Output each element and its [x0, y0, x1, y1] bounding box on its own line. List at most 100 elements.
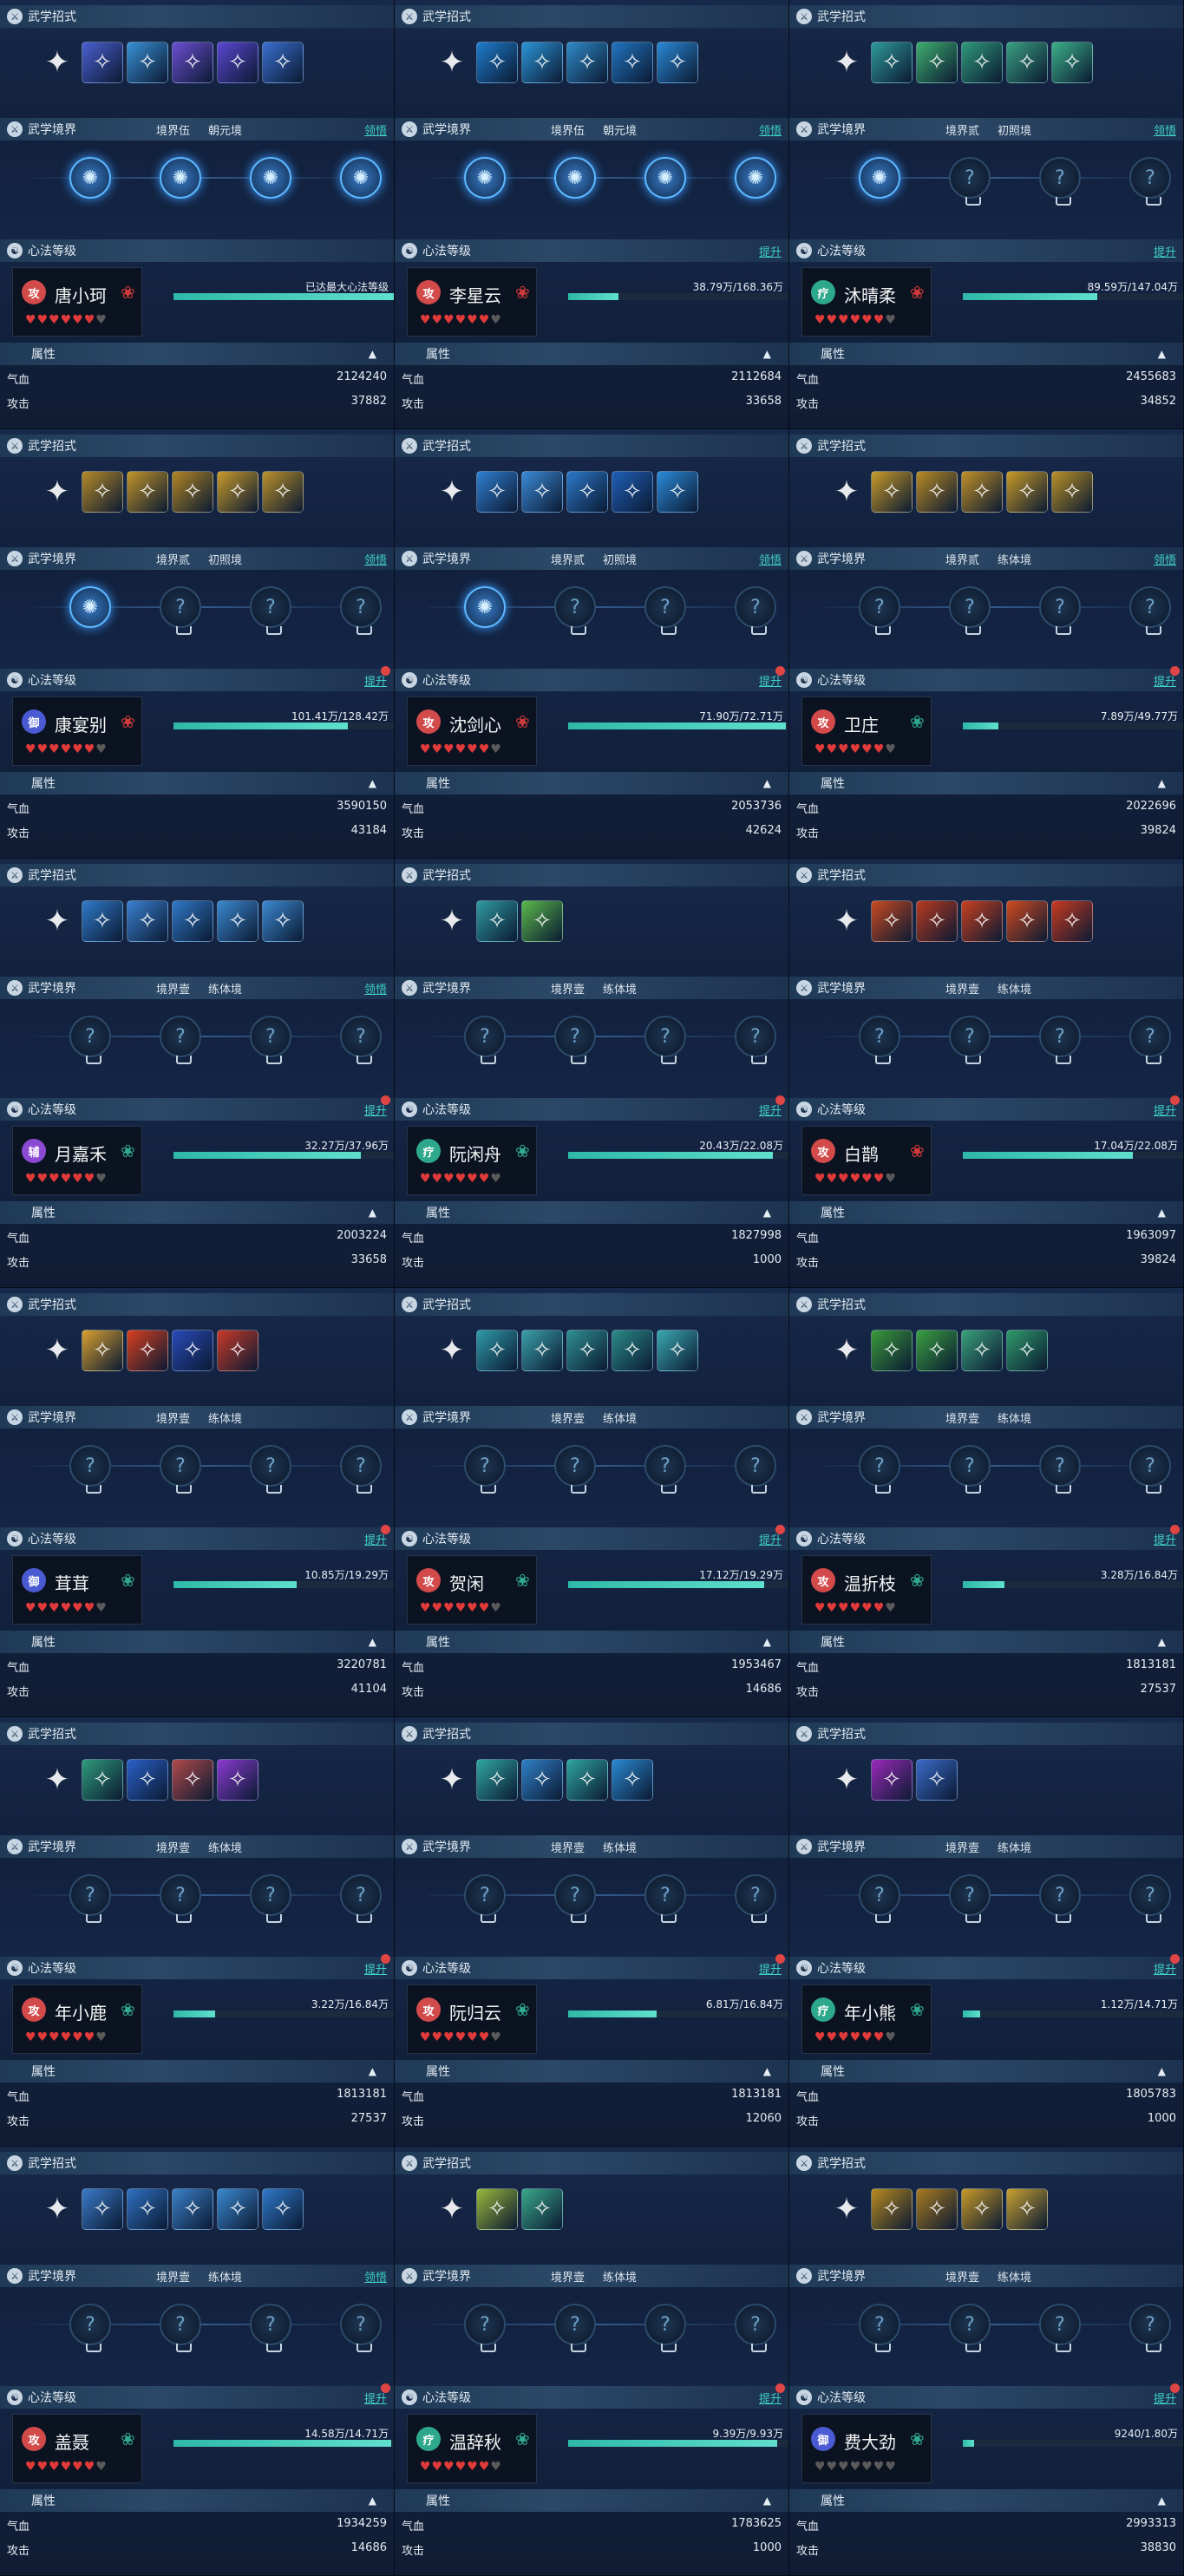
- realm-node-icon[interactable]: ?: [464, 2304, 506, 2352]
- skill-icon[interactable]: ✧: [871, 1330, 913, 1371]
- skill-icon[interactable]: ✧: [961, 900, 1003, 942]
- skill-icon[interactable]: ✧: [566, 1759, 608, 1801]
- realm-node-icon[interactable]: ?: [644, 1874, 686, 1923]
- skill-icon[interactable]: ✧: [262, 900, 304, 942]
- chevron-up-icon[interactable]: ▲: [1158, 2065, 1166, 2077]
- chevron-up-icon[interactable]: ▲: [369, 777, 376, 789]
- chevron-up-icon[interactable]: ▲: [763, 2065, 771, 2077]
- realm-node-icon[interactable]: ✺: [735, 157, 776, 199]
- realm-node-icon[interactable]: ?: [160, 1874, 201, 1923]
- attr-header[interactable]: 属性 ▲: [789, 772, 1183, 794]
- chevron-up-icon[interactable]: ▲: [369, 348, 376, 360]
- hero-badge[interactable]: 攻 白鹊 ❀ ♥♥♥♥♥♥♥: [801, 1126, 932, 1195]
- skill-icon[interactable]: ✧: [127, 1759, 168, 1801]
- realm-node-icon[interactable]: ✺: [250, 157, 291, 199]
- lingwu-link[interactable]: 领悟: [364, 551, 387, 567]
- skill-icon[interactable]: ✧: [521, 1759, 563, 1801]
- realm-node-icon[interactable]: ?: [340, 1874, 382, 1923]
- skill-icon[interactable]: ✦: [826, 42, 867, 83]
- skill-icon[interactable]: ✧: [82, 1759, 123, 1801]
- skill-icon[interactable]: ✧: [566, 42, 608, 83]
- hero-badge[interactable]: 攻 年小鹿 ❀ ♥♥♥♥♥♥♥: [12, 1984, 142, 2054]
- chevron-up-icon[interactable]: ▲: [369, 1206, 376, 1219]
- skill-icon[interactable]: ✧: [871, 471, 913, 513]
- skill-icon[interactable]: ✧: [961, 2188, 1003, 2230]
- chevron-up-icon[interactable]: ▲: [369, 2065, 376, 2077]
- attr-header[interactable]: 属性 ▲: [789, 343, 1183, 365]
- chevron-up-icon[interactable]: ▲: [763, 1206, 771, 1219]
- realm-node-icon[interactable]: ?: [1039, 1874, 1081, 1923]
- skill-icon[interactable]: ✧: [172, 1759, 213, 1801]
- chevron-up-icon[interactable]: ▲: [763, 777, 771, 789]
- chevron-up-icon[interactable]: ▲: [763, 348, 771, 360]
- realm-node-icon[interactable]: ?: [949, 586, 991, 635]
- skill-icon[interactable]: ✦: [36, 2188, 78, 2230]
- realm-node-icon[interactable]: ?: [735, 1445, 776, 1494]
- skill-icon[interactable]: ✧: [127, 471, 168, 513]
- realm-node-icon[interactable]: ?: [160, 586, 201, 635]
- realm-node-icon[interactable]: ?: [1039, 586, 1081, 635]
- realm-node-icon[interactable]: ?: [859, 1874, 900, 1923]
- skill-icon[interactable]: ✧: [476, 471, 518, 513]
- skill-icon[interactable]: ✧: [172, 471, 213, 513]
- realm-node-icon[interactable]: ?: [69, 1874, 111, 1923]
- skill-icon[interactable]: ✧: [476, 900, 518, 942]
- skill-icon[interactable]: ✧: [871, 2188, 913, 2230]
- lingwu-link[interactable]: 领悟: [364, 2268, 387, 2285]
- skill-icon[interactable]: ✦: [36, 471, 78, 513]
- chevron-up-icon[interactable]: ▲: [369, 2494, 376, 2507]
- attr-header[interactable]: 属性 ▲: [0, 1201, 394, 1224]
- realm-node-icon[interactable]: ?: [69, 2304, 111, 2352]
- realm-node-icon[interactable]: ✺: [554, 157, 596, 199]
- realm-node-icon[interactable]: ?: [949, 2304, 991, 2352]
- hero-badge[interactable]: 攻 李星云 ❀ ♥♥♥♥♥♥♥: [407, 267, 537, 337]
- lingwu-link[interactable]: 领悟: [759, 121, 782, 138]
- attr-header[interactable]: 属性 ▲: [0, 772, 394, 794]
- upgrade-link[interactable]: 提升: [759, 243, 782, 259]
- skill-icon[interactable]: ✧: [521, 900, 563, 942]
- attr-header[interactable]: 属性 ▲: [789, 1631, 1183, 1653]
- hero-badge[interactable]: 御 康宴别 ❀ ♥♥♥♥♥♥♥: [12, 696, 142, 766]
- skill-icon[interactable]: ✧: [476, 2188, 518, 2230]
- realm-node-icon[interactable]: ?: [250, 586, 291, 635]
- hero-badge[interactable]: 疗 阮闲舟 ❀ ♥♥♥♥♥♥♥: [407, 1126, 537, 1195]
- realm-node-icon[interactable]: ✺: [644, 157, 686, 199]
- skill-icon[interactable]: ✧: [172, 1330, 213, 1371]
- skill-icon[interactable]: ✧: [916, 1759, 958, 1801]
- skill-icon[interactable]: ✧: [612, 1330, 653, 1371]
- skill-icon[interactable]: ✧: [1006, 900, 1048, 942]
- skill-icon[interactable]: ✧: [657, 1330, 698, 1371]
- skill-icon[interactable]: ✦: [431, 1330, 473, 1371]
- attr-header[interactable]: 属性 ▲: [0, 2489, 394, 2512]
- skill-icon[interactable]: ✧: [871, 42, 913, 83]
- realm-node-icon[interactable]: ?: [250, 1016, 291, 1064]
- skill-icon[interactable]: ✧: [82, 42, 123, 83]
- hero-badge[interactable]: 攻 沈剑心 ❀ ♥♥♥♥♥♥♥: [407, 696, 537, 766]
- skill-icon[interactable]: ✧: [916, 42, 958, 83]
- hero-badge[interactable]: 御 茸茸 ❀ ♥♥♥♥♥♥♥: [12, 1555, 142, 1625]
- skill-icon[interactable]: ✧: [262, 471, 304, 513]
- realm-node-icon[interactable]: ?: [554, 1016, 596, 1064]
- hero-badge[interactable]: 攻 卫庄 ❀ ♥♥♥♥♥♥♥: [801, 696, 932, 766]
- skill-icon[interactable]: ✧: [871, 1759, 913, 1801]
- realm-node-icon[interactable]: ✺: [160, 157, 201, 199]
- chevron-up-icon[interactable]: ▲: [1158, 2494, 1166, 2507]
- realm-node-icon[interactable]: ?: [735, 1016, 776, 1064]
- skill-icon[interactable]: ✧: [916, 2188, 958, 2230]
- skill-icon[interactable]: ✧: [961, 471, 1003, 513]
- realm-node-icon[interactable]: ✺: [859, 157, 900, 199]
- lingwu-link[interactable]: 领悟: [1154, 121, 1176, 138]
- realm-node-icon[interactable]: ?: [250, 1874, 291, 1923]
- skill-icon[interactable]: ✧: [916, 900, 958, 942]
- skill-icon[interactable]: ✧: [916, 1330, 958, 1371]
- chevron-up-icon[interactable]: ▲: [1158, 1636, 1166, 1648]
- hero-badge[interactable]: 攻 唐小珂 ❀ ♥♥♥♥♥♥♥: [12, 267, 142, 337]
- hero-badge[interactable]: 攻 阮归云 ❀ ♥♥♥♥♥♥♥: [407, 1984, 537, 2054]
- attr-header[interactable]: 属性 ▲: [789, 2060, 1183, 2082]
- skill-icon[interactable]: ✧: [127, 900, 168, 942]
- skill-icon[interactable]: ✧: [1006, 42, 1048, 83]
- realm-node-icon[interactable]: ?: [949, 1445, 991, 1494]
- realm-node-icon[interactable]: ?: [69, 1445, 111, 1494]
- hero-badge[interactable]: 疗 年小熊 ❀ ♥♥♥♥♥♥♥: [801, 1984, 932, 2054]
- realm-node-icon[interactable]: ?: [464, 1016, 506, 1064]
